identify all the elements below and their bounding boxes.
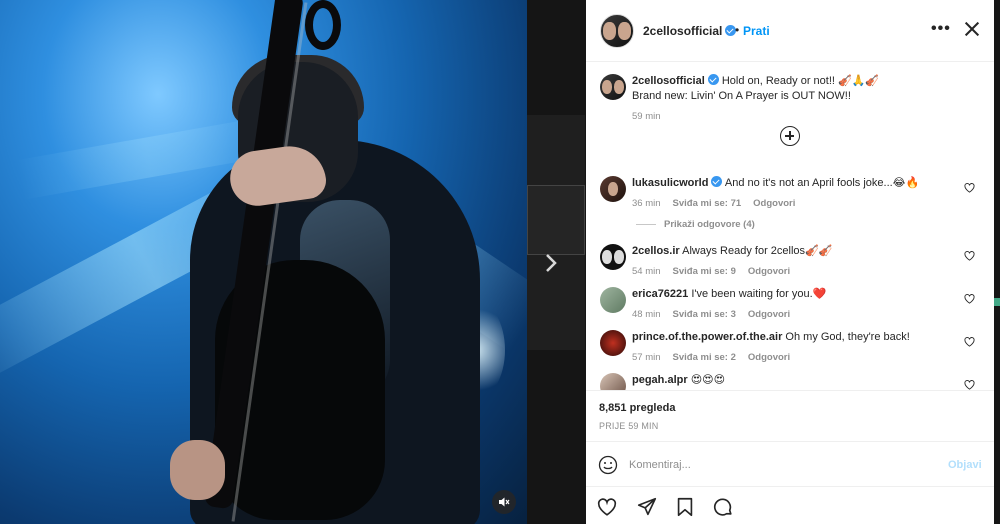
reply-button[interactable]: Odgovori: [753, 198, 795, 209]
comment-text: I've been waiting for you.❤️: [691, 288, 827, 300]
reply-button[interactable]: Odgovori: [748, 266, 790, 277]
reply-button[interactable]: Odgovori: [748, 309, 790, 320]
avatar[interactable]: [600, 330, 626, 356]
performer-bow-hand: [170, 440, 225, 500]
more-icon: •••: [931, 20, 951, 37]
comment-username[interactable]: 2cellos.ir: [632, 245, 680, 257]
comment-likes[interactable]: Sviđa mi se: 2: [673, 352, 736, 363]
post-header: 2cellosofficial • Prati •••: [586, 0, 994, 62]
next-arrow-icon: [546, 254, 557, 272]
comment-username[interactable]: pegah.alpr: [632, 374, 688, 386]
caption-line1: Hold on, Ready or not!! 🎻🙏🎻: [721, 75, 880, 87]
comment-username[interactable]: erica76221: [632, 288, 688, 300]
avatar[interactable]: [600, 14, 634, 48]
comment-likes[interactable]: Sviđa mi se: 71: [673, 198, 742, 209]
caption-time: 59 min: [632, 111, 661, 122]
author-username[interactable]: 2cellosofficial: [643, 24, 737, 38]
post-caption: 2cellosofficial Hold on, Ready or not!! …: [600, 74, 980, 124]
verified-badge-icon: [707, 74, 719, 85]
comment-username[interactable]: prince.of.the.power.of.the.air: [632, 331, 782, 343]
avatar[interactable]: [600, 244, 626, 270]
emoji-icon[interactable]: [598, 455, 618, 475]
post-timestamp: PRIJE 59 MIN: [599, 421, 659, 431]
heart-icon[interactable]: [964, 251, 975, 261]
avatar[interactable]: [600, 74, 626, 100]
comment-item: pegah.alpr 😍😍😍: [600, 373, 985, 390]
comment-text: Always Ready for 2cellos🎻🎻: [682, 245, 833, 257]
heart-icon[interactable]: [964, 337, 975, 347]
comment-likes[interactable]: Sviđa mi se: 9: [673, 266, 736, 277]
like-icon[interactable]: [596, 496, 618, 518]
avatar[interactable]: [600, 287, 626, 313]
caption-username[interactable]: 2cellosofficial: [632, 75, 705, 87]
mute-button[interactable]: [492, 490, 516, 514]
comment-composer: Objavi: [586, 443, 994, 487]
background-post-thumbnail: [527, 185, 585, 255]
post-actions: [586, 488, 994, 524]
verified-badge-icon: [711, 176, 723, 187]
comment-item: 2cellos.ir Always Ready for 2cellos🎻🎻 54…: [600, 244, 985, 279]
comment-icon[interactable]: [712, 496, 734, 518]
post-stats: 8,851 pregleda PRIJE 59 MIN: [586, 390, 994, 442]
more-options-button[interactable]: •••: [931, 20, 951, 38]
comment-time: 57 min: [632, 352, 661, 363]
share-icon[interactable]: [636, 496, 658, 518]
post-comment-button[interactable]: Objavi: [948, 459, 982, 471]
avatar[interactable]: [600, 176, 626, 202]
reply-button[interactable]: Odgovori: [748, 352, 790, 363]
view-count[interactable]: 8,851 pregleda: [599, 402, 675, 414]
avatar[interactable]: [600, 373, 626, 390]
next-post-button[interactable]: [544, 252, 564, 276]
comment-time: 36 min: [632, 198, 661, 209]
comment-time: 54 min: [632, 266, 661, 277]
view-replies-label: Prikaži odgovore (4): [664, 219, 755, 230]
comment-item: prince.of.the.power.of.the.air Oh my God…: [600, 330, 985, 365]
comment-text: 😍😍😍: [690, 374, 726, 386]
save-icon[interactable]: [674, 496, 696, 518]
comment-text: Oh my God, they're back!: [785, 331, 910, 343]
follow-button[interactable]: Prati: [743, 24, 770, 38]
heart-icon[interactable]: [964, 294, 975, 304]
heart-icon[interactable]: [964, 183, 975, 193]
cello-scroll: [305, 0, 341, 50]
comment-likes[interactable]: Sviđa mi se: 3: [673, 309, 736, 320]
background-indicator: [994, 298, 1000, 306]
view-replies-button[interactable]: Prikaži odgovore (4): [636, 219, 755, 230]
separator: •: [735, 23, 740, 37]
comment-username[interactable]: lukasulicworld: [632, 177, 708, 189]
heart-icon[interactable]: [964, 380, 975, 390]
comment-item: erica76221 I've been waiting for you.❤️ …: [600, 287, 985, 322]
comment-item: lukasulicworld And no it's not an April …: [600, 176, 985, 211]
post-media[interactable]: [0, 0, 527, 524]
background-right-edge: [993, 0, 1000, 524]
caption-line2: Brand new: Livin' On A Prayer is OUT NOW…: [632, 90, 851, 102]
add-icon[interactable]: [780, 126, 800, 146]
mute-icon: [499, 497, 510, 507]
post-details-panel: 2cellosofficial • Prati ••• 2cellosoffic…: [586, 0, 994, 524]
comment-text: And no it's not an April fools joke...😂🔥: [724, 177, 920, 189]
comment-time: 48 min: [632, 309, 661, 320]
close-icon[interactable]: [962, 19, 982, 39]
comment-input[interactable]: [629, 455, 929, 475]
